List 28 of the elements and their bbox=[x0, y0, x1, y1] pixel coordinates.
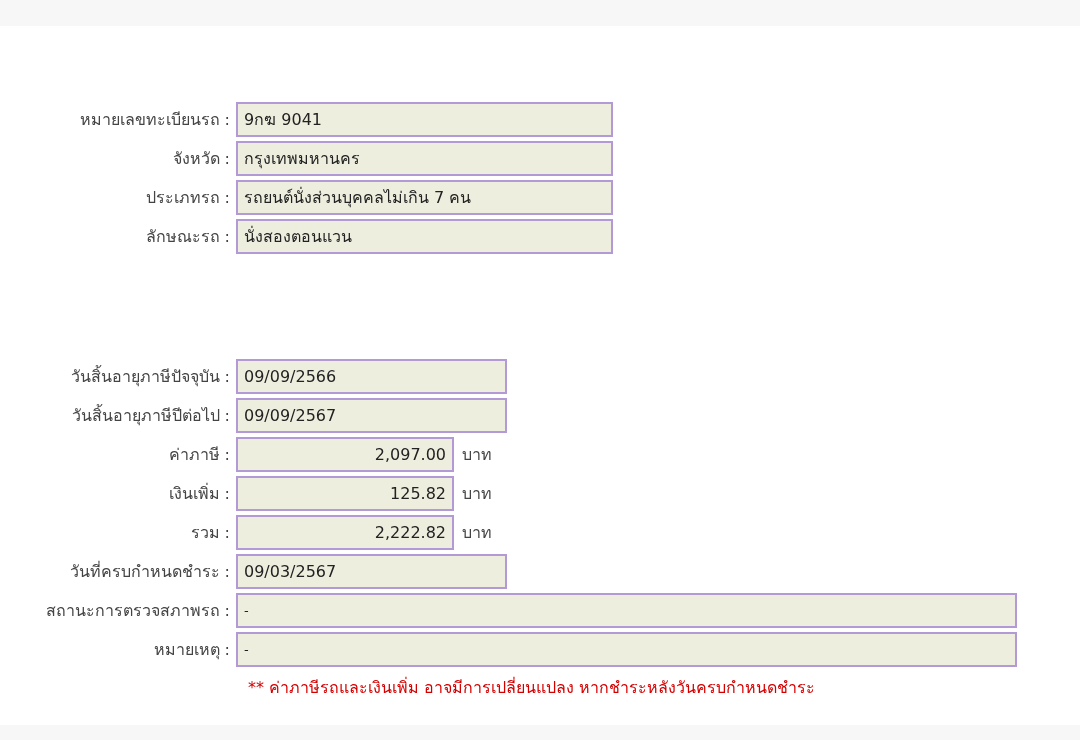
text-field[interactable]: กรุงเทพมหานคร bbox=[236, 141, 613, 176]
field-label: ค่าภาษี : bbox=[167, 444, 231, 466]
unit-label: บาท bbox=[462, 444, 492, 466]
field-label: หมายเหตุ : bbox=[152, 639, 231, 662]
amount-field[interactable]: 2,222.82 bbox=[236, 515, 454, 550]
date-field[interactable]: 09/03/2567 bbox=[236, 554, 507, 589]
warning-note: ** ค่าภาษีรถและเงินเพิ่ม อาจมีการเปลี่ยนแปลง หากชำระหลังวันครบกำหนดชำระ bbox=[248, 676, 817, 699]
field-label: เงินเพิ่ม : bbox=[167, 482, 231, 505]
date-field[interactable]: 09/09/2567 bbox=[236, 398, 507, 433]
text-field[interactable]: - bbox=[236, 593, 1017, 628]
field-label: วันที่ครบกำหนดชำระ : bbox=[68, 560, 231, 583]
text-field[interactable]: นั่งสองตอนแวน bbox=[236, 219, 613, 254]
field-label: รวม : bbox=[189, 522, 231, 544]
unit-label: บาท bbox=[462, 522, 492, 544]
field-label: ประเภทรถ : bbox=[144, 187, 231, 209]
field-label: ลักษณะรถ : bbox=[144, 226, 231, 248]
date-field[interactable]: 09/09/2566 bbox=[236, 359, 507, 394]
field-label: วันสิ้นอายุภาษีปีต่อไป : bbox=[70, 403, 231, 428]
unit-label: บาท bbox=[462, 483, 492, 505]
field-label: วันสิ้นอายุภาษีปัจจุบัน : bbox=[69, 364, 231, 389]
field-label: สถานะการตรวจสภาพรถ : bbox=[44, 600, 231, 622]
amount-field[interactable]: 125.82 bbox=[236, 476, 454, 511]
text-field[interactable]: รถยนต์นั่งส่วนบุคคลไม่เกิน 7 คน bbox=[236, 180, 613, 215]
field-label: จังหวัด : bbox=[171, 148, 231, 170]
text-field[interactable]: - bbox=[236, 632, 1017, 667]
text-field[interactable]: 9กฆ 9041 bbox=[236, 102, 613, 137]
amount-field[interactable]: 2,097.00 bbox=[236, 437, 454, 472]
field-label: หมายเลขทะเบียนรถ : bbox=[78, 109, 231, 131]
